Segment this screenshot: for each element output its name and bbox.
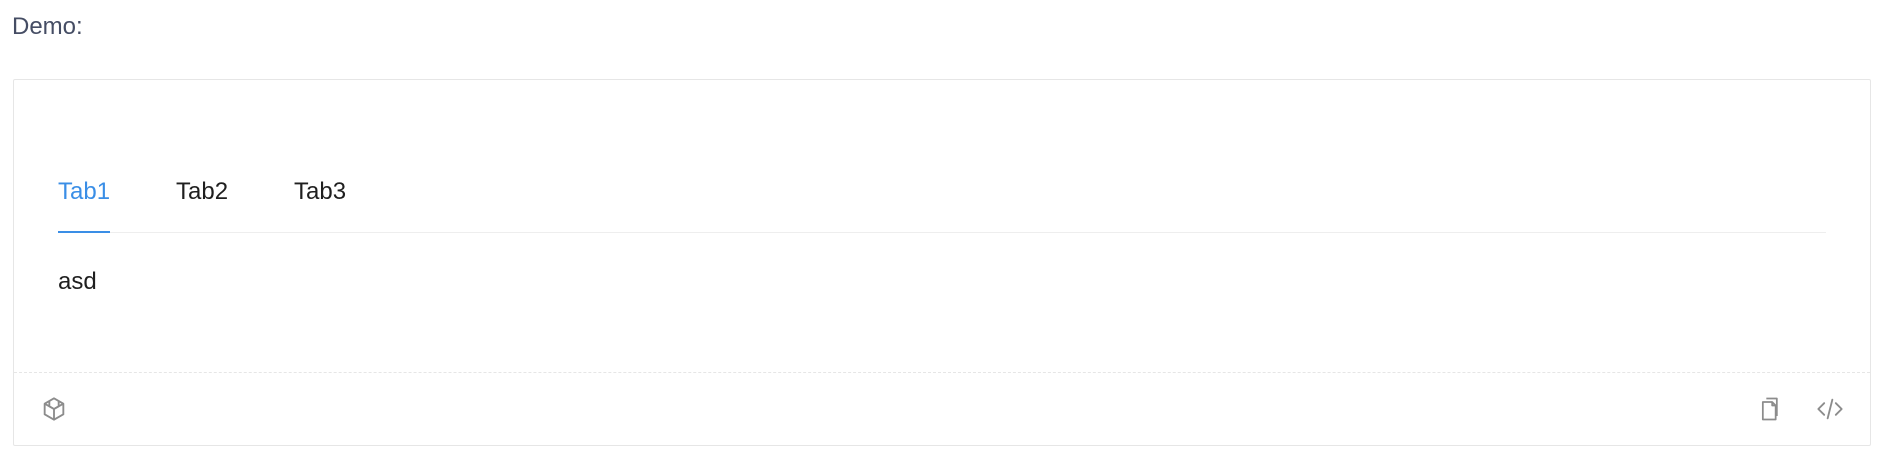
copy-icon[interactable] [1757, 395, 1785, 423]
tab-tab2[interactable]: Tab2 [176, 170, 228, 232]
demo-preview: Tab1 Tab2 Tab3 asd [14, 80, 1870, 374]
demo-actions-bar [14, 372, 1870, 445]
demo-label: Demo: [12, 13, 83, 40]
tab-tab1[interactable]: Tab1 [58, 170, 111, 233]
page: Demo: Tab1 Tab2 Tab3 asd [0, 0, 1880, 470]
code-icon[interactable] [1816, 395, 1844, 423]
tab-active-indicator [58, 231, 111, 233]
tab-label: Tab1 [58, 178, 111, 205]
codesandbox-icon[interactable] [40, 395, 68, 423]
tab-content: asd [58, 268, 97, 295]
tabs-nav: Tab1 Tab2 Tab3 [58, 170, 1826, 233]
tab-label: Tab3 [294, 178, 347, 205]
demo-container: Tab1 Tab2 Tab3 asd [13, 79, 1871, 446]
tab-tab3[interactable]: Tab3 [294, 170, 346, 232]
tab-label: Tab2 [176, 178, 229, 205]
